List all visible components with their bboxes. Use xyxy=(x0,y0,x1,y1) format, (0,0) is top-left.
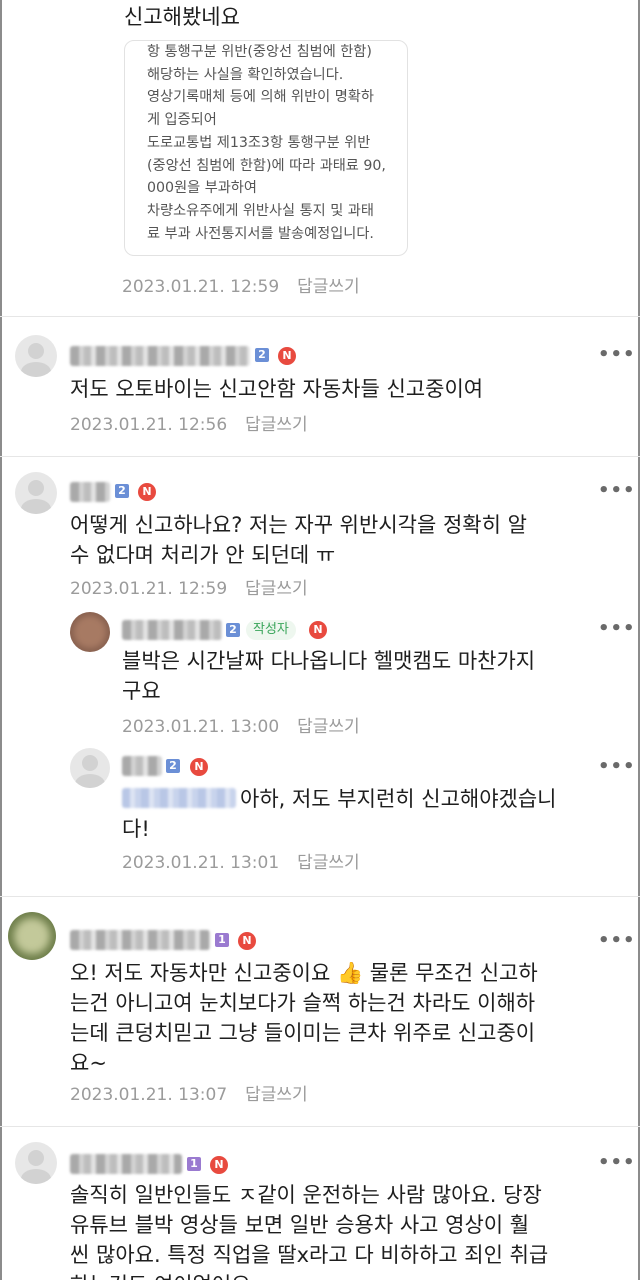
attached-screenshot[interactable]: 항 통행구분 위반(중앙선 침범에 한함) 해당하는 사실을 확인하였습니다. … xyxy=(124,40,408,256)
new-badge: N xyxy=(190,758,208,776)
reply-button[interactable]: 답글쓰기 xyxy=(297,853,360,873)
more-options-icon[interactable]: ••• xyxy=(598,480,636,501)
comment-list: 신고해봤네요 항 통행구분 위반(중앙선 침범에 한함) 해당하는 사실을 확인… xyxy=(0,0,640,1280)
nickname-blurred[interactable] xyxy=(70,1154,182,1174)
level-badge: 1 xyxy=(215,933,229,947)
comment-text: 오! 저도 자동차만 신고중이요 👍 물론 무조건 신고하 는건 아니고여 눈치… xyxy=(70,961,538,1075)
comment-meta: 2023.01.21. 13:01 답글쓰기 xyxy=(122,848,360,873)
avatar[interactable] xyxy=(8,912,56,960)
more-options-icon[interactable]: ••• xyxy=(598,618,636,639)
comment-divider xyxy=(0,896,640,897)
reply-button[interactable]: 답글쓰기 xyxy=(297,717,360,737)
new-badge: N xyxy=(278,347,296,365)
avatar[interactable] xyxy=(70,748,110,788)
left-border xyxy=(0,0,2,1280)
screenshot-text: 항 통행구분 위반(중앙선 침범에 한함) 해당하는 사실을 확인하였습니다. … xyxy=(147,44,386,242)
nickname-blurred[interactable] xyxy=(70,482,110,502)
new-badge: N xyxy=(238,932,256,950)
more-options-icon[interactable]: ••• xyxy=(598,756,636,777)
avatar[interactable] xyxy=(15,472,57,514)
comment-text-continued: 다! xyxy=(122,817,150,841)
nickname-blurred[interactable] xyxy=(70,346,250,366)
reply-button[interactable]: 답글쓰기 xyxy=(245,415,308,435)
comment-timestamp: 2023.01.21. 12:59 xyxy=(122,277,280,297)
reply-button[interactable]: 답글쓰기 xyxy=(245,1085,308,1105)
comment-text: 저도 오토바이는 신고안함 자동차들 신고중이여 xyxy=(70,377,484,401)
comment-timestamp: 2023.01.21. 13:00 xyxy=(122,717,280,737)
comment-timestamp: 2023.01.21. 12:56 xyxy=(70,415,228,435)
comment-divider xyxy=(0,456,640,457)
reply-button[interactable]: 답글쓰기 xyxy=(245,579,308,599)
avatar[interactable] xyxy=(15,1142,57,1184)
new-badge: N xyxy=(309,621,327,639)
comment-meta: 2023.01.21. 12:56 답글쓰기 xyxy=(70,410,308,435)
level-badge: 2 xyxy=(226,623,240,637)
comment-meta: 2023.01.21. 12:59 답글쓰기 xyxy=(70,574,308,599)
nickname-blurred[interactable] xyxy=(70,930,210,950)
new-badge: N xyxy=(210,1156,228,1174)
comment-divider xyxy=(0,1126,640,1127)
avatar[interactable] xyxy=(15,335,57,377)
more-options-icon[interactable]: ••• xyxy=(598,1152,636,1173)
level-badge: 2 xyxy=(255,348,269,362)
comment-text: 솔직히 일반인들도 ㅈ같이 운전하는 사람 많아요. 당장 유튜브 블박 영상들… xyxy=(70,1183,549,1280)
comment-timestamp: 2023.01.21. 12:59 xyxy=(70,579,228,599)
reply-button[interactable]: 답글쓰기 xyxy=(297,277,360,297)
comment-divider xyxy=(0,316,640,317)
level-badge: 2 xyxy=(115,484,129,498)
author-badge: 작성자 xyxy=(246,620,296,640)
comment-meta: 2023.01.21. 12:59 답글쓰기 xyxy=(122,272,360,297)
comment-text: 아하, 저도 부지런히 신고해야겠습니 xyxy=(240,787,557,811)
more-options-icon[interactable]: ••• xyxy=(598,344,636,365)
comment-timestamp: 2023.01.21. 13:01 xyxy=(122,853,280,873)
nickname-blurred[interactable] xyxy=(122,620,222,640)
comment-text: 어떻게 신고하나요? 저는 자꾸 위반시각을 정확히 알 수 없다며 처리가 안… xyxy=(70,513,527,567)
comment-meta: 2023.01.21. 13:00 답글쓰기 xyxy=(122,712,360,737)
more-options-icon[interactable]: ••• xyxy=(598,930,636,951)
avatar[interactable] xyxy=(70,612,110,652)
comment-timestamp: 2023.01.21. 13:07 xyxy=(70,1085,228,1105)
level-badge: 2 xyxy=(166,759,180,773)
comment-text: 신고해봤네요 xyxy=(124,5,240,29)
comment-meta: 2023.01.21. 13:07 답글쓰기 xyxy=(70,1080,308,1105)
comment-text: 블박은 시간날짜 다나옵니다 헬맷캠도 마찬가지 구요 xyxy=(122,649,536,703)
mention-blurred[interactable] xyxy=(122,788,236,808)
new-badge: N xyxy=(138,483,156,501)
level-badge: 1 xyxy=(187,1157,201,1171)
nickname-blurred[interactable] xyxy=(122,756,162,776)
